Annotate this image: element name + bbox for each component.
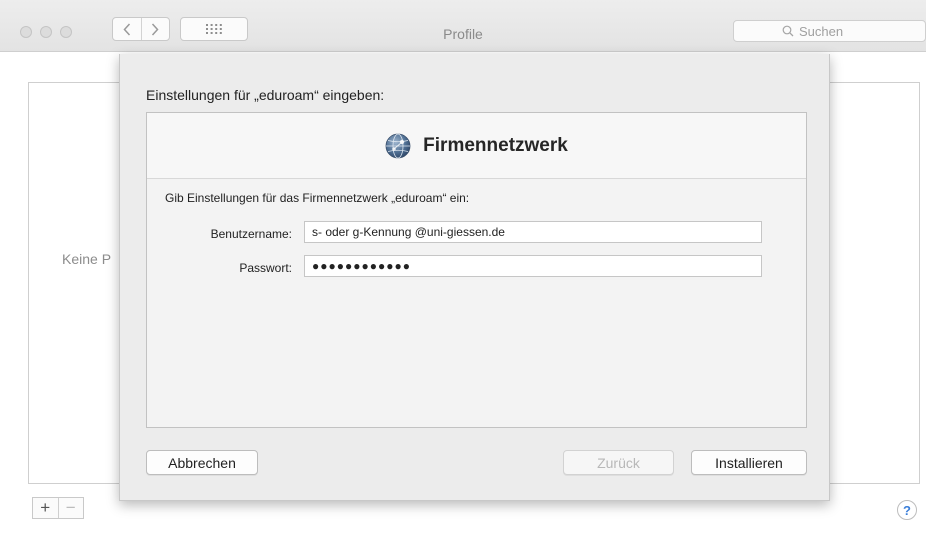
- password-label: Passwort:: [239, 261, 292, 275]
- add-remove-control: + −: [32, 497, 84, 519]
- search-field[interactable]: Suchen: [733, 20, 926, 42]
- username-label: Benutzername:: [210, 227, 292, 241]
- install-button[interactable]: Installieren: [691, 450, 807, 475]
- empty-profiles-text: Keine P: [62, 251, 112, 267]
- help-button[interactable]: ?: [897, 500, 917, 520]
- cancel-button[interactable]: Abbrechen: [146, 450, 258, 475]
- window-toolbar: Profile Suchen: [0, 0, 926, 52]
- panel-heading: Firmennetzwerk: [423, 134, 568, 156]
- add-profile-button[interactable]: +: [33, 498, 58, 518]
- panel-header: Firmennetzwerk: [147, 113, 806, 179]
- globe-network-icon: [385, 133, 411, 158]
- password-field[interactable]: ●●●●●●●●●●●●: [304, 255, 762, 277]
- remove-profile-button[interactable]: −: [57, 498, 84, 518]
- magnifier-icon: [782, 25, 794, 37]
- username-value: s- oder g-Kennung @uni-giessen.de: [312, 225, 505, 239]
- username-field[interactable]: s- oder g-Kennung @uni-giessen.de: [304, 221, 762, 243]
- search-placeholder: Suchen: [799, 23, 844, 39]
- password-value: ●●●●●●●●●●●●: [312, 259, 411, 273]
- sheet-title: Einstellungen für „eduroam“ eingeben:: [146, 87, 385, 103]
- instruction-text: Gib Einstellungen für das Firmennetzwerk…: [165, 191, 470, 205]
- settings-panel: Firmennetzwerk Gib Einstellungen für das…: [146, 112, 807, 428]
- settings-sheet: Einstellungen für „eduroam“ eingeben: Fi…: [119, 54, 830, 501]
- back-button[interactable]: Zurück: [563, 450, 674, 475]
